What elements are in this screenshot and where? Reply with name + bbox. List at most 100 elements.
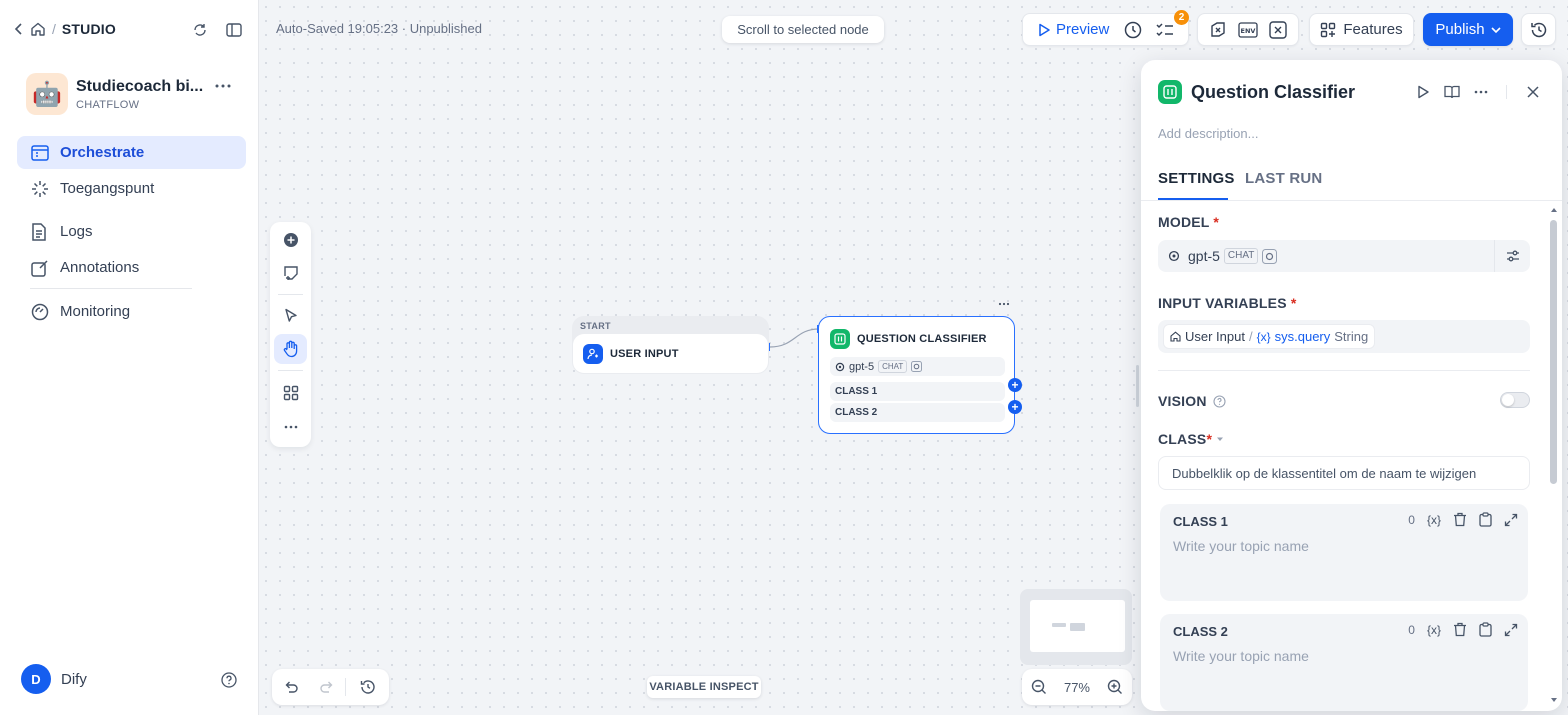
tool-divider xyxy=(278,370,303,371)
topic-input[interactable]: Write your topic name xyxy=(1173,538,1309,554)
checklist-icon[interactable] xyxy=(1156,22,1174,38)
global-variable-icon[interactable] xyxy=(1268,20,1287,39)
expand-icon[interactable] xyxy=(1504,513,1518,527)
class-hint: Dubbelklik op de klassentitel om de naam… xyxy=(1158,456,1530,490)
history-icon[interactable] xyxy=(359,678,377,696)
variable-type: String xyxy=(1334,329,1369,344)
panel-resize-handle[interactable] xyxy=(1136,365,1139,407)
tab-settings[interactable]: SETTINGS xyxy=(1158,170,1235,187)
close-icon[interactable] xyxy=(1524,83,1542,101)
conversation-variable-icon[interactable] xyxy=(1209,21,1227,39)
avatar: D xyxy=(21,664,51,694)
preview-label: Preview xyxy=(1056,21,1110,38)
preview-button[interactable]: Preview xyxy=(1038,21,1109,38)
features-icon xyxy=(1320,22,1336,38)
topic-input[interactable]: Write your topic name xyxy=(1173,648,1309,664)
more-tools-icon[interactable] xyxy=(274,412,307,442)
panel-scrollbar[interactable] xyxy=(1550,220,1557,484)
description-field[interactable]: Add description... xyxy=(1158,126,1258,141)
nav-item-monitoring[interactable]: Monitoring xyxy=(17,295,246,328)
nav-item-annotations[interactable]: Annotations xyxy=(17,251,246,284)
trash-icon[interactable] xyxy=(1453,512,1467,527)
history-run-icon[interactable] xyxy=(1124,21,1142,39)
scroll-up-icon[interactable] xyxy=(1550,207,1558,213)
node-class-2: CLASS 2 xyxy=(830,403,1005,422)
undo-redo-bar xyxy=(272,669,389,705)
logs-icon xyxy=(31,222,51,241)
add-node-icon[interactable] xyxy=(274,225,307,255)
variable-inspect-button[interactable]: VARIABLE INSPECT xyxy=(647,676,761,698)
nav-label: Orchestrate xyxy=(60,144,145,161)
panel-title[interactable]: Question Classifier xyxy=(1191,82,1355,103)
zoom-out-icon[interactable] xyxy=(1031,679,1047,695)
breadcrumb-studio[interactable]: STUDIO xyxy=(62,21,116,37)
hand-icon[interactable] xyxy=(274,334,307,364)
class-label[interactable]: CLASS * xyxy=(1158,431,1224,447)
vision-toggle[interactable] xyxy=(1500,392,1530,408)
model-params-icon[interactable] xyxy=(1505,248,1521,264)
tab-last-run[interactable]: LAST RUN xyxy=(1245,170,1322,187)
more-icon[interactable] xyxy=(1472,83,1490,101)
scroll-down-icon[interactable] xyxy=(1550,697,1558,703)
run-node-icon[interactable] xyxy=(1414,83,1432,101)
help-doc-icon[interactable] xyxy=(1443,83,1461,101)
class-title[interactable]: CLASS 2 xyxy=(1173,624,1228,639)
user-menu[interactable]: D Dify xyxy=(21,664,241,694)
add-next-node-handle-class-2[interactable]: + xyxy=(1008,400,1022,414)
zoom-in-icon[interactable] xyxy=(1107,679,1123,695)
tool-divider xyxy=(278,294,303,295)
model-tag: CHAT xyxy=(1223,248,1259,264)
home-icon[interactable] xyxy=(30,21,46,37)
organize-blocks-icon[interactable] xyxy=(274,378,307,408)
variable-separator: / xyxy=(1248,329,1253,344)
redo-icon[interactable] xyxy=(318,678,336,696)
features-button[interactable]: Features xyxy=(1309,13,1414,46)
publish-button[interactable]: Publish xyxy=(1423,13,1513,46)
env-icon[interactable]: ENV xyxy=(1238,21,1258,38)
class-card-1[interactable]: CLASS 1 0 {x} Write your topic name xyxy=(1160,504,1528,601)
model-config-icon xyxy=(1262,248,1278,264)
insert-variable-icon[interactable]: {x} xyxy=(1427,513,1441,527)
question-classifier-node[interactable]: QUESTION CLASSIFIER gpt-5 CHAT CLASS 1 C… xyxy=(818,316,1015,434)
clipboard-icon[interactable] xyxy=(1479,622,1492,637)
sync-icon[interactable] xyxy=(190,20,210,40)
openai-icon xyxy=(1168,250,1180,262)
vision-label: VISION xyxy=(1158,393,1226,409)
add-next-node-handle-class-1[interactable]: + xyxy=(1008,378,1022,392)
play-icon xyxy=(1038,23,1050,37)
clipboard-icon[interactable] xyxy=(1479,512,1492,527)
scroll-to-selected-button[interactable]: Scroll to selected node xyxy=(722,16,884,43)
insert-variable-icon[interactable]: {x} xyxy=(1427,623,1441,637)
classifier-icon xyxy=(1158,80,1182,104)
start-node[interactable]: START USER INPUT xyxy=(572,316,769,374)
more-icon[interactable] xyxy=(213,76,233,96)
class-card-2[interactable]: CLASS 2 0 {x} Write your topic name xyxy=(1160,614,1528,711)
model-selector[interactable]: gpt-5 CHAT xyxy=(1158,240,1530,272)
chevron-left-icon[interactable] xyxy=(14,22,24,36)
nav-item-logs[interactable]: Logs xyxy=(17,215,246,248)
add-note-icon[interactable] xyxy=(274,258,307,288)
minimap[interactable] xyxy=(1020,589,1132,665)
expand-icon[interactable] xyxy=(1504,623,1518,637)
node-more-icon[interactable] xyxy=(995,298,1013,310)
monitoring-icon xyxy=(31,303,51,321)
info-icon xyxy=(1213,394,1226,408)
collapse-sidebar-icon[interactable] xyxy=(224,20,244,40)
version-history-button[interactable] xyxy=(1521,13,1556,46)
help-icon[interactable] xyxy=(220,671,237,688)
node-model-chip: gpt-5 CHAT xyxy=(830,357,1005,376)
trash-icon[interactable] xyxy=(1453,622,1467,637)
variable-node: User Input xyxy=(1185,329,1245,344)
model-label: MODEL * xyxy=(1158,214,1220,230)
variable-chip[interactable]: User Input / {x} sys.query String xyxy=(1163,324,1376,349)
input-variable-field[interactable]: User Input / {x} sys.query String xyxy=(1158,320,1530,353)
undo-icon[interactable] xyxy=(282,678,300,696)
annotations-icon xyxy=(31,259,51,277)
nav-item-orchestrate[interactable]: Orchestrate xyxy=(17,136,246,169)
nav-divider xyxy=(30,288,192,289)
nav-item-toegangspunt[interactable]: Toegangspunt xyxy=(17,172,246,205)
class-title[interactable]: CLASS 1 xyxy=(1173,514,1228,529)
zoom-level[interactable]: 77% xyxy=(1064,680,1090,695)
svg-text:ENV: ENV xyxy=(1241,27,1256,35)
pointer-icon[interactable] xyxy=(274,301,307,331)
